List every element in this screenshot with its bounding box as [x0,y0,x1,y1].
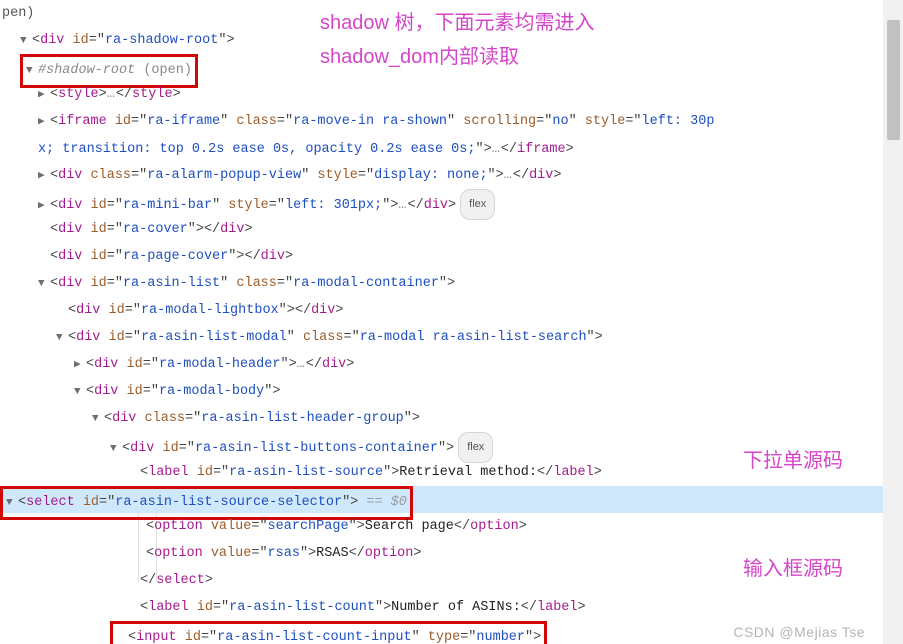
node-ra-asin-list[interactable]: ▼<div id="ra-asin-list" class="ra-modal-… [0,270,883,297]
expand-icon[interactable]: ▼ [38,271,48,298]
watermark: CSDN @Mejias Tse [733,624,865,640]
node-option-searchPage[interactable]: <option value="searchPage">Search page</… [0,513,883,540]
node-ra-cover[interactable]: <div id="ra-cover"></div> [0,216,883,243]
expand-icon[interactable]: ▼ [20,28,30,55]
node-ra-iframe[interactable]: ▶<iframe id="ra-iframe" class="ra-move-i… [0,108,883,162]
collapse-icon[interactable]: ▶ [38,163,48,190]
collapse-icon[interactable]: ▶ [38,82,48,109]
node-ra-asin-list-header-group[interactable]: ▼<div class="ra-asin-list-header-group"> [0,405,883,432]
collapse-icon[interactable]: ▶ [74,352,84,379]
node-ra-alarm-popup-view[interactable]: ▶<div class="ra-alarm-popup-view" style=… [0,162,883,189]
node-select-source-selector-row[interactable]: ▼<select id="ra-asin-list-source-selecto… [0,486,883,513]
node-ra-modal-header[interactable]: ▶<div id="ra-modal-header">…</div> [0,351,883,378]
expand-icon[interactable]: ▼ [74,379,84,406]
node-ra-asin-list-modal[interactable]: ▼<div id="ra-asin-list-modal" class="ra-… [0,324,883,351]
scrollbar-track[interactable] [883,0,903,644]
expand-icon[interactable]: ▼ [56,325,66,352]
annotation-dropdown-source: 下拉单源码 [743,444,843,473]
annotation-input-source: 输入框源码 [743,552,843,581]
node-label-count[interactable]: <label id="ra-asin-list-count">Number of… [0,594,883,621]
annotation-shadow-tree-1: shadow 树，下面元素均需进入 [320,6,595,35]
node-style[interactable]: ▶<style>…</style> [0,81,883,108]
scrollbar-thumb[interactable] [887,20,900,140]
node-ra-page-cover[interactable]: <div id="ra-page-cover"></div> [0,243,883,270]
node-ra-modal-body[interactable]: ▼<div id="ra-modal-body"> [0,378,883,405]
annotation-shadow-tree-2: shadow_dom内部读取 [320,40,519,69]
dom-tree-panel: shadow 树，下面元素均需进入 shadow_dom内部读取 下拉单源码 输… [0,0,883,644]
node-ra-modal-lightbox[interactable]: <div id="ra-modal-lightbox"></div> [0,297,883,324]
highlight-box-input: <input id="ra-asin-list-count-input" typ… [110,621,547,644]
expand-icon[interactable]: ▼ [92,406,102,433]
collapse-icon[interactable]: ▶ [38,109,48,136]
node-ra-mini-bar[interactable]: ▶<div id="ra-mini-bar" style="left: 301p… [0,189,883,216]
